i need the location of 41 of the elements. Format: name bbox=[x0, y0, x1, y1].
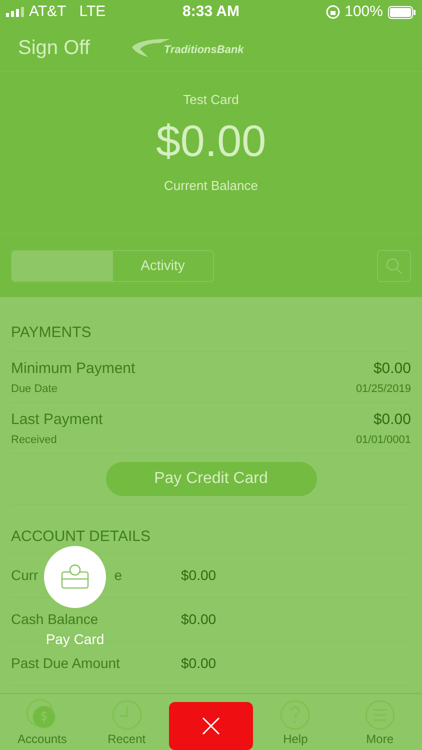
search-icon bbox=[385, 256, 403, 274]
detail-label: Cash Balance bbox=[11, 610, 98, 629]
carrier-text: AT&T bbox=[29, 2, 66, 22]
battery-icon bbox=[388, 6, 416, 18]
nav-tab[interactable]: Recent bbox=[84, 694, 169, 750]
segment-tab[interactable] bbox=[12, 250, 112, 280]
bank-logo: TraditionsBank bbox=[130, 36, 244, 59]
network-text: LTE bbox=[79, 2, 106, 22]
balance-caption: Current Balance bbox=[164, 176, 258, 194]
nav-tab[interactable]: Help bbox=[253, 694, 338, 750]
signal-icon bbox=[6, 7, 24, 17]
payment-amount: $0.00 bbox=[373, 359, 411, 379]
detail-amount: $0.00 bbox=[181, 654, 216, 673]
rotation-lock-icon bbox=[326, 5, 340, 19]
section-title: ACCOUNT DETAILS bbox=[11, 528, 150, 545]
payment-date: 01/25/2019 bbox=[356, 382, 411, 396]
payment-label: Minimum Payment bbox=[11, 359, 136, 379]
status-time: 8:33 AM bbox=[182, 2, 240, 22]
payment-sublabel: Due Date bbox=[11, 382, 58, 396]
battery-text: 100% bbox=[344, 2, 383, 22]
close-icon bbox=[201, 716, 222, 736]
detail-label: Curr bbox=[11, 566, 38, 585]
balance-amount: $0.00 bbox=[156, 116, 266, 168]
payment-label: Last Payment bbox=[11, 410, 103, 430]
detail-label: e bbox=[114, 566, 122, 585]
section-title: PAYMENTS bbox=[11, 324, 92, 341]
payment-sublabel: Received bbox=[11, 432, 58, 448]
nav-tab[interactable]: More bbox=[338, 694, 422, 750]
payment-amount: $0.00 bbox=[373, 410, 411, 430]
payment-date: 01/01/0001 bbox=[356, 432, 411, 448]
close-button[interactable] bbox=[169, 702, 254, 750]
sign-off-button[interactable]: Sign Off bbox=[18, 32, 90, 62]
detail-amount: $0.00 bbox=[181, 610, 216, 629]
card-payment-icon bbox=[60, 564, 90, 590]
detail-label: Past Due Amount bbox=[11, 654, 120, 673]
detail-amount: $0.00 bbox=[181, 566, 216, 585]
search-button[interactable] bbox=[377, 250, 411, 282]
pay-card-label: Pay Card bbox=[46, 630, 104, 649]
pay-credit-card-button[interactable]: Pay Credit Card bbox=[106, 462, 316, 496]
card-name: Test Card bbox=[183, 91, 239, 109]
nav-tab[interactable]: Accounts bbox=[0, 694, 84, 750]
